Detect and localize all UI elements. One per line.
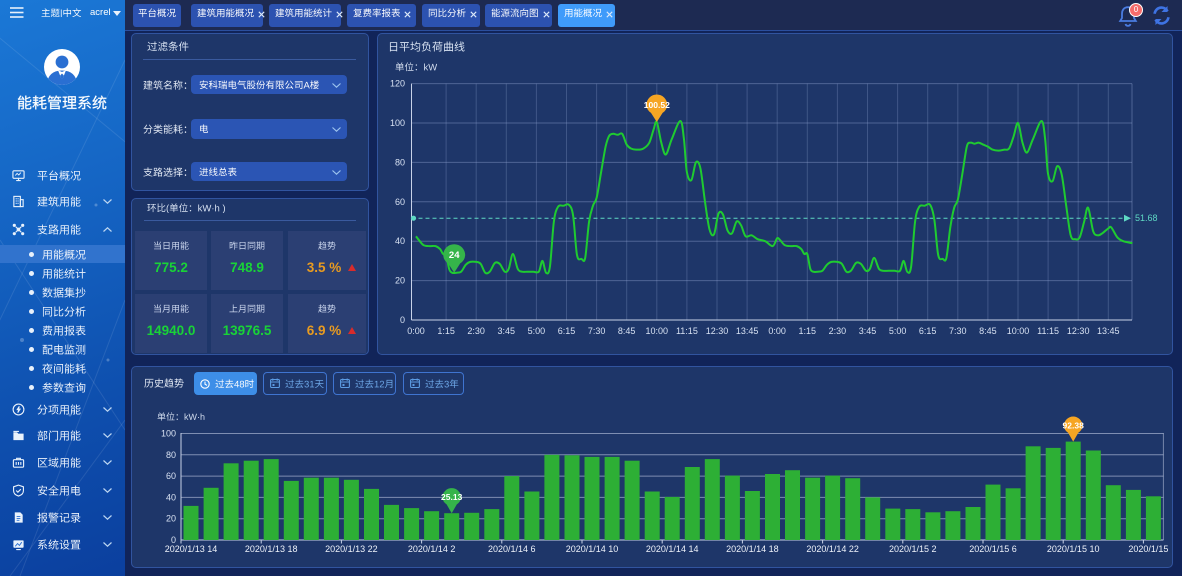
svg-text:2020/1/15 10: 2020/1/15 10	[1047, 544, 1100, 554]
svg-text:2:30: 2:30	[829, 326, 847, 336]
svg-text:2020/1/14 18: 2020/1/14 18	[726, 544, 779, 554]
svg-text:80: 80	[395, 157, 405, 167]
svg-text:7:30: 7:30	[588, 326, 606, 336]
svg-text:10:00: 10:00	[646, 326, 669, 336]
svg-text:24: 24	[449, 250, 460, 261]
svg-text:2020/1/15: 2020/1/15	[1128, 544, 1168, 554]
svg-text:8:45: 8:45	[618, 326, 636, 336]
svg-text:0:00: 0:00	[407, 326, 425, 336]
svg-text:2020/1/15 6: 2020/1/15 6	[969, 544, 1017, 554]
svg-text:2020/1/13 14: 2020/1/13 14	[165, 544, 218, 554]
svg-text:20: 20	[395, 276, 405, 286]
svg-text:2020/1/15 2: 2020/1/15 2	[889, 544, 937, 554]
svg-text:2020/1/13 22: 2020/1/13 22	[325, 544, 378, 554]
svg-text:2:30: 2:30	[467, 326, 485, 336]
svg-text:13:45: 13:45	[736, 326, 759, 336]
svg-text:120: 120	[390, 79, 405, 89]
svg-text:100: 100	[161, 429, 176, 439]
svg-text:5:00: 5:00	[528, 326, 546, 336]
svg-text:11:15: 11:15	[676, 326, 698, 336]
svg-text:2020/1/14 2: 2020/1/14 2	[408, 544, 456, 554]
svg-text:100.52: 100.52	[644, 100, 670, 110]
svg-text:25.13: 25.13	[441, 492, 463, 502]
svg-text:3:45: 3:45	[859, 326, 877, 336]
svg-text:7:30: 7:30	[949, 326, 967, 336]
svg-text:3:45: 3:45	[498, 326, 516, 336]
svg-text:0:00: 0:00	[768, 326, 786, 336]
svg-text:12:30: 12:30	[706, 326, 729, 336]
svg-text:6:15: 6:15	[919, 326, 937, 336]
svg-text:60: 60	[166, 471, 176, 481]
svg-text:20: 20	[166, 514, 176, 524]
svg-text:13:45: 13:45	[1097, 326, 1120, 336]
svg-text:80: 80	[166, 450, 176, 460]
svg-text:60: 60	[395, 197, 405, 207]
svg-text:11:15: 11:15	[1037, 326, 1059, 336]
svg-text:2020/1/13 18: 2020/1/13 18	[245, 544, 298, 554]
svg-text:10:00: 10:00	[1007, 326, 1030, 336]
svg-text:2020/1/14 10: 2020/1/14 10	[566, 544, 619, 554]
svg-text:1:15: 1:15	[437, 326, 455, 336]
svg-text:2020/1/14 22: 2020/1/14 22	[806, 544, 859, 554]
svg-text:8:45: 8:45	[979, 326, 997, 336]
svg-text:1:15: 1:15	[799, 326, 817, 336]
svg-text:12:30: 12:30	[1067, 326, 1090, 336]
svg-text:40: 40	[166, 492, 176, 502]
svg-text:5:00: 5:00	[889, 326, 907, 336]
svg-text:0: 0	[400, 315, 405, 325]
svg-text:2020/1/14 14: 2020/1/14 14	[646, 544, 699, 554]
svg-text:100: 100	[390, 118, 405, 128]
svg-text:6:15: 6:15	[558, 326, 576, 336]
svg-text:40: 40	[395, 236, 405, 246]
svg-text:51.68: 51.68	[1135, 213, 1158, 223]
svg-text:2020/1/14 6: 2020/1/14 6	[488, 544, 536, 554]
svg-text:92.38: 92.38	[1063, 421, 1085, 431]
